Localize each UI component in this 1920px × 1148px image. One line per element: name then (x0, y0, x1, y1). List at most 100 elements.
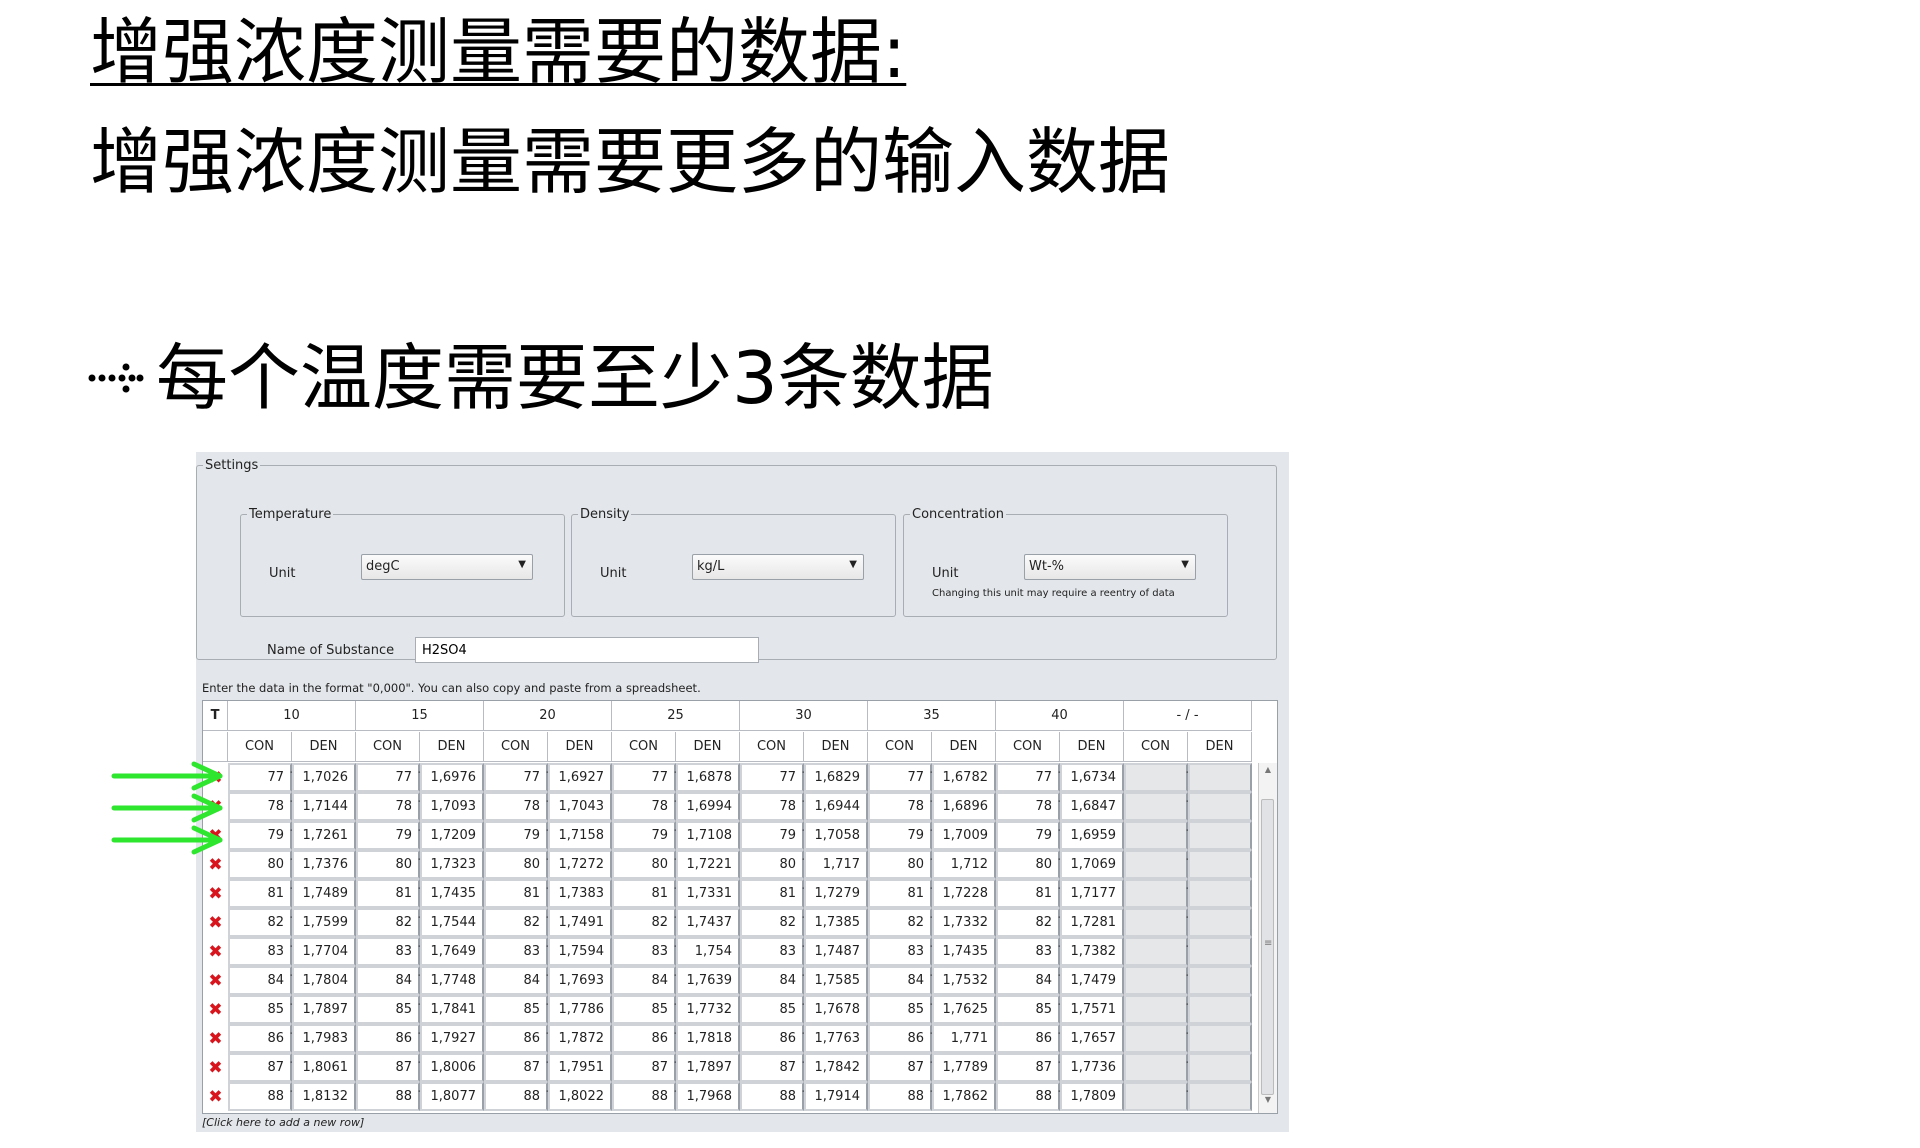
con-cell[interactable] (1124, 821, 1190, 850)
con-cell[interactable]: 87 (484, 1053, 550, 1082)
den-cell[interactable]: 1,7693 (548, 966, 612, 995)
con-cell[interactable]: 80 (484, 850, 550, 879)
con-cell[interactable]: 86 (996, 1024, 1062, 1053)
den-cell[interactable]: 1,7585 (804, 966, 868, 995)
den-cell[interactable]: 1,7177 (1060, 879, 1124, 908)
con-cell[interactable] (1124, 763, 1190, 792)
con-cell[interactable] (1124, 908, 1190, 937)
temperature-header[interactable]: 25 (612, 701, 740, 731)
con-cell[interactable]: 78 (484, 792, 550, 821)
con-cell[interactable]: 85 (996, 995, 1062, 1024)
den-cell[interactable]: 1,7385 (804, 908, 868, 937)
den-cell[interactable]: 1,7842 (804, 1053, 868, 1082)
con-cell[interactable]: 83 (228, 937, 294, 966)
con-cell[interactable]: 81 (612, 879, 678, 908)
con-cell[interactable]: 77 (612, 763, 678, 792)
con-cell[interactable]: 77 (996, 763, 1062, 792)
den-cell[interactable]: 1,7897 (292, 995, 356, 1024)
con-cell[interactable]: 84 (356, 966, 422, 995)
den-cell[interactable]: 1,7383 (548, 879, 612, 908)
den-cell[interactable]: 1,7058 (804, 821, 868, 850)
con-cell[interactable]: 83 (740, 937, 806, 966)
delete-row-icon[interactable]: ✖ (203, 1024, 228, 1053)
den-cell[interactable]: 1,754 (676, 937, 740, 966)
temperature-header[interactable]: 40 (996, 701, 1124, 731)
con-cell[interactable]: 88 (228, 1082, 294, 1111)
con-cell[interactable]: 81 (996, 879, 1062, 908)
den-cell[interactable]: 1,6734 (1060, 763, 1124, 792)
con-cell[interactable]: 86 (228, 1024, 294, 1053)
con-cell[interactable]: 80 (612, 850, 678, 879)
den-cell[interactable]: 1,7279 (804, 879, 868, 908)
con-cell[interactable]: 87 (740, 1053, 806, 1082)
con-cell[interactable]: 77 (484, 763, 550, 792)
den-cell[interactable]: 1,8006 (420, 1053, 484, 1082)
den-cell[interactable] (1188, 966, 1252, 995)
den-cell[interactable]: 1,7479 (1060, 966, 1124, 995)
den-cell[interactable]: 1,7332 (932, 908, 996, 937)
den-cell[interactable]: 1,7382 (1060, 937, 1124, 966)
con-cell[interactable]: 87 (996, 1053, 1062, 1082)
den-cell[interactable]: 1,6782 (932, 763, 996, 792)
con-cell[interactable]: 79 (996, 821, 1062, 850)
con-cell[interactable]: 79 (868, 821, 934, 850)
den-cell[interactable]: 1,8132 (292, 1082, 356, 1111)
den-cell[interactable]: 1,6829 (804, 763, 868, 792)
con-cell[interactable]: 86 (740, 1024, 806, 1053)
den-cell[interactable]: 1,7108 (676, 821, 740, 850)
con-cell[interactable]: 81 (228, 879, 294, 908)
con-cell[interactable]: 87 (356, 1053, 422, 1082)
con-cell[interactable]: 84 (612, 966, 678, 995)
con-cell[interactable]: 78 (612, 792, 678, 821)
con-cell[interactable]: 83 (996, 937, 1062, 966)
den-cell[interactable]: 1,7809 (1060, 1082, 1124, 1111)
den-cell[interactable]: 1,7571 (1060, 995, 1124, 1024)
den-cell[interactable]: 1,7657 (1060, 1024, 1124, 1053)
temperature-header[interactable]: - / - (1124, 701, 1252, 731)
con-cell[interactable]: 85 (740, 995, 806, 1024)
con-cell[interactable]: 86 (868, 1024, 934, 1053)
con-cell[interactable]: 82 (484, 908, 550, 937)
delete-row-icon[interactable]: ✖ (203, 995, 228, 1024)
den-cell[interactable]: 1,6944 (804, 792, 868, 821)
substance-name-input[interactable] (415, 637, 759, 663)
den-cell[interactable]: 1,6976 (420, 763, 484, 792)
den-cell[interactable]: 1,7069 (1060, 850, 1124, 879)
con-cell[interactable]: 84 (228, 966, 294, 995)
density-unit-select[interactable]: kg/L ▼ (692, 554, 864, 580)
con-cell[interactable]: 78 (996, 792, 1062, 821)
con-cell[interactable] (1124, 995, 1190, 1024)
temperature-header[interactable]: 15 (356, 701, 484, 731)
den-cell[interactable]: 1,7968 (676, 1082, 740, 1111)
con-cell[interactable]: 79 (484, 821, 550, 850)
con-cell[interactable]: 78 (868, 792, 934, 821)
den-cell[interactable]: 1,6927 (548, 763, 612, 792)
con-cell[interactable]: 77 (868, 763, 934, 792)
den-cell[interactable]: 1,7599 (292, 908, 356, 937)
con-cell[interactable]: 81 (740, 879, 806, 908)
den-cell[interactable]: 1,7437 (676, 908, 740, 937)
con-cell[interactable]: 85 (484, 995, 550, 1024)
den-cell[interactable] (1188, 763, 1252, 792)
con-cell[interactable]: 78 (740, 792, 806, 821)
con-cell[interactable] (1124, 1082, 1190, 1111)
den-cell[interactable]: 1,7331 (676, 879, 740, 908)
con-cell[interactable]: 77 (356, 763, 422, 792)
den-cell[interactable]: 1,7487 (804, 937, 868, 966)
con-cell[interactable]: 77 (740, 763, 806, 792)
den-cell[interactable]: 1,7272 (548, 850, 612, 879)
den-cell[interactable] (1188, 1082, 1252, 1111)
con-cell[interactable]: 82 (996, 908, 1062, 937)
con-cell[interactable]: 81 (868, 879, 934, 908)
den-cell[interactable] (1188, 879, 1252, 908)
den-cell[interactable]: 1,7489 (292, 879, 356, 908)
den-cell[interactable]: 1,7544 (420, 908, 484, 937)
temperature-header[interactable]: 30 (740, 701, 868, 731)
den-cell[interactable] (1188, 937, 1252, 966)
con-cell[interactable]: 88 (356, 1082, 422, 1111)
con-cell[interactable]: 88 (868, 1082, 934, 1111)
scroll-thumb[interactable]: ≡ (1261, 799, 1274, 1095)
den-cell[interactable]: 1,7678 (804, 995, 868, 1024)
den-cell[interactable]: 1,7841 (420, 995, 484, 1024)
den-cell[interactable]: 1,7323 (420, 850, 484, 879)
